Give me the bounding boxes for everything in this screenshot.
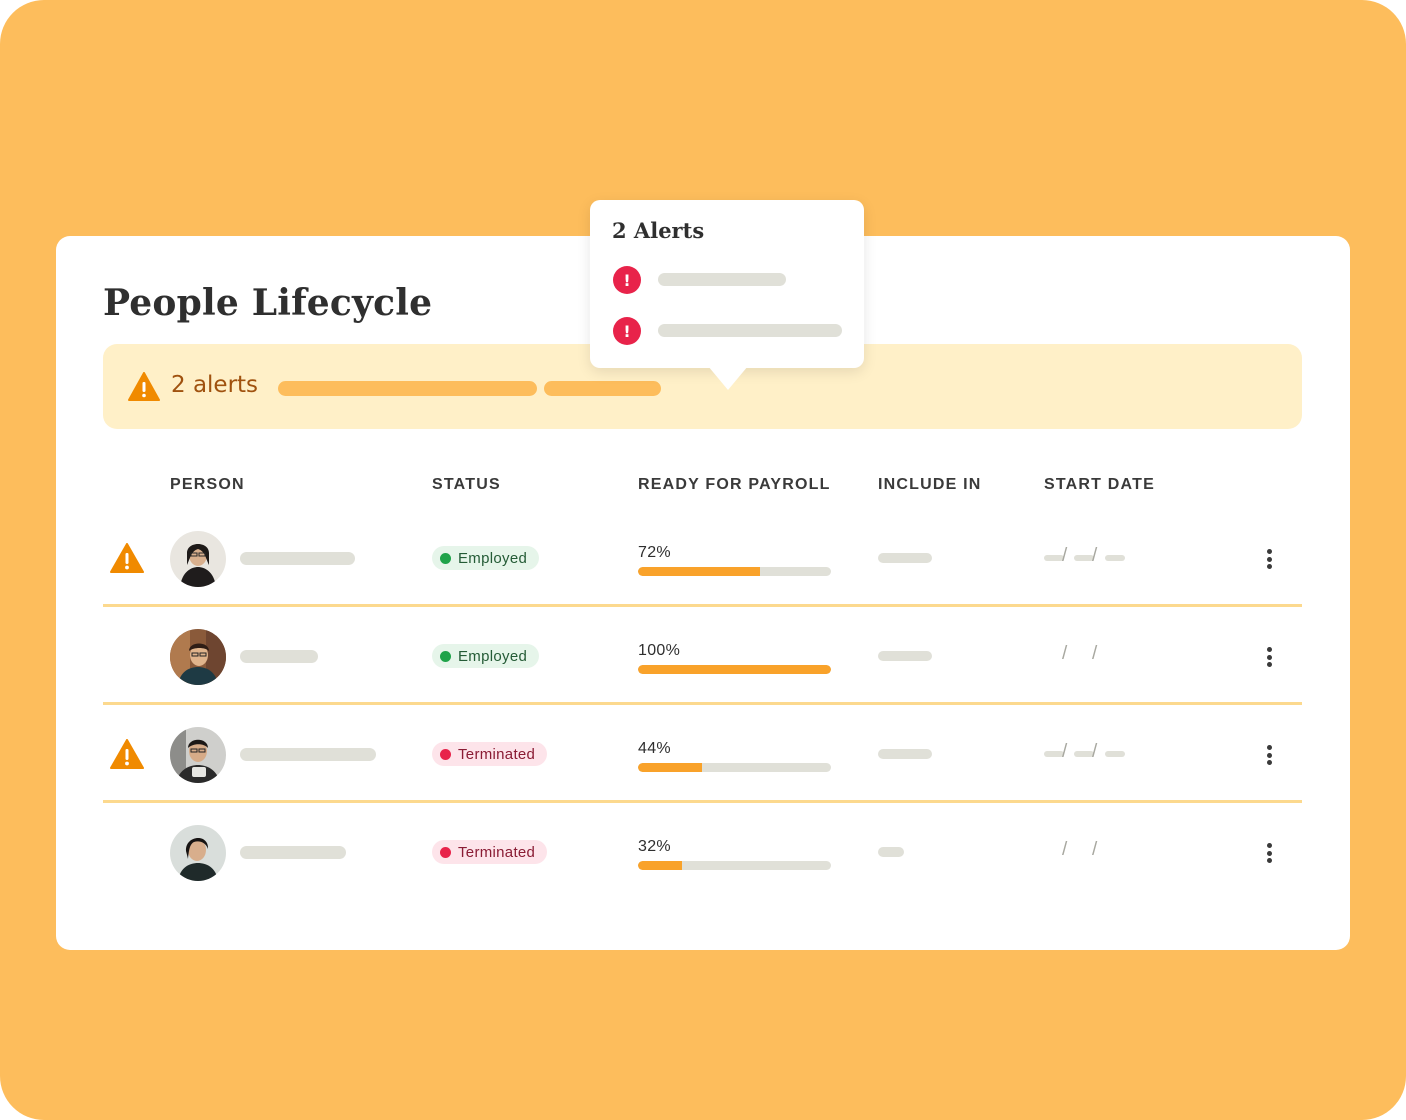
date-separator: / [1092, 643, 1098, 664]
alert-text-placeholder [278, 381, 537, 396]
column-header-status[interactable]: STATUS [432, 476, 501, 494]
more-options-icon[interactable] [1258, 645, 1280, 669]
person-name-placeholder[interactable] [240, 650, 318, 663]
payroll-percent: 72% [638, 544, 671, 561]
more-options-icon[interactable] [1258, 547, 1280, 571]
alert-item-placeholder[interactable] [658, 273, 786, 286]
payroll-progress-bar [638, 763, 831, 772]
date-separator: / [1062, 839, 1068, 860]
status-dot-icon [440, 748, 451, 760]
column-header-ready-for-payroll[interactable]: READY FOR PAYROLL [638, 476, 831, 494]
column-header-start-date[interactable]: START DATE [1044, 476, 1155, 494]
status-label: Employed [458, 647, 528, 665]
include-in-placeholder [878, 651, 932, 661]
more-options-icon[interactable] [1258, 743, 1280, 767]
progress-fill [638, 861, 683, 870]
progress-fill [638, 763, 702, 772]
person-name-placeholder[interactable] [240, 552, 355, 565]
payroll-progress-bar [638, 567, 831, 576]
status-dot-icon [440, 846, 451, 858]
include-in-placeholder [878, 553, 932, 563]
avatar[interactable] [170, 629, 226, 685]
date-separator: / [1092, 545, 1098, 566]
page-title: People Lifecycle [103, 282, 433, 324]
date-placeholder [1105, 555, 1125, 561]
error-icon: ! [613, 266, 641, 294]
column-header-include-in[interactable]: INCLUDE IN [878, 476, 982, 494]
date-placeholder [1044, 555, 1064, 561]
avatar[interactable] [170, 825, 226, 881]
status-badge: Employed [432, 644, 540, 668]
more-options-icon[interactable] [1258, 841, 1280, 865]
include-in-placeholder [878, 847, 904, 857]
status-badge: Terminated [432, 840, 548, 864]
status-label: Terminated [458, 843, 536, 861]
warning-icon [128, 372, 160, 401]
status-dot-icon [440, 552, 451, 564]
date-separator: / [1092, 741, 1098, 762]
date-placeholder [1044, 751, 1064, 757]
date-separator: / [1062, 643, 1068, 664]
person-name-placeholder[interactable] [240, 748, 376, 761]
payroll-percent: 32% [638, 838, 671, 855]
status-label: Employed [458, 549, 528, 567]
person-name-placeholder[interactable] [240, 846, 346, 859]
warning-icon [110, 543, 144, 573]
payroll-percent: 100% [638, 642, 681, 659]
avatar[interactable] [170, 727, 226, 783]
status-badge: Employed [432, 546, 540, 570]
error-icon: ! [613, 317, 641, 345]
status-label: Terminated [458, 745, 536, 763]
date-placeholder [1105, 751, 1125, 757]
status-badge: Terminated [432, 742, 548, 766]
payroll-progress-bar [638, 665, 831, 674]
include-in-placeholder [878, 749, 932, 759]
progress-fill [638, 567, 760, 576]
status-dot-icon [440, 650, 451, 662]
alert-count-label: 2 alerts [171, 372, 259, 398]
popover-tail [708, 366, 748, 390]
payroll-percent: 44% [638, 740, 671, 757]
avatar[interactable] [170, 531, 226, 587]
date-placeholder [1074, 751, 1094, 757]
popover-title: 2 Alerts [612, 218, 705, 243]
payroll-progress-bar [638, 861, 831, 870]
row-divider [103, 800, 1302, 803]
date-separator: / [1092, 839, 1098, 860]
alert-item-placeholder[interactable] [658, 324, 842, 337]
alert-text-placeholder [544, 381, 661, 396]
warning-icon [110, 739, 144, 769]
column-header-person[interactable]: PERSON [170, 476, 245, 494]
date-separator: / [1062, 545, 1068, 566]
row-divider [103, 702, 1302, 705]
row-divider [103, 604, 1302, 607]
progress-fill [638, 665, 831, 674]
date-placeholder [1074, 555, 1094, 561]
date-separator: / [1062, 741, 1068, 762]
